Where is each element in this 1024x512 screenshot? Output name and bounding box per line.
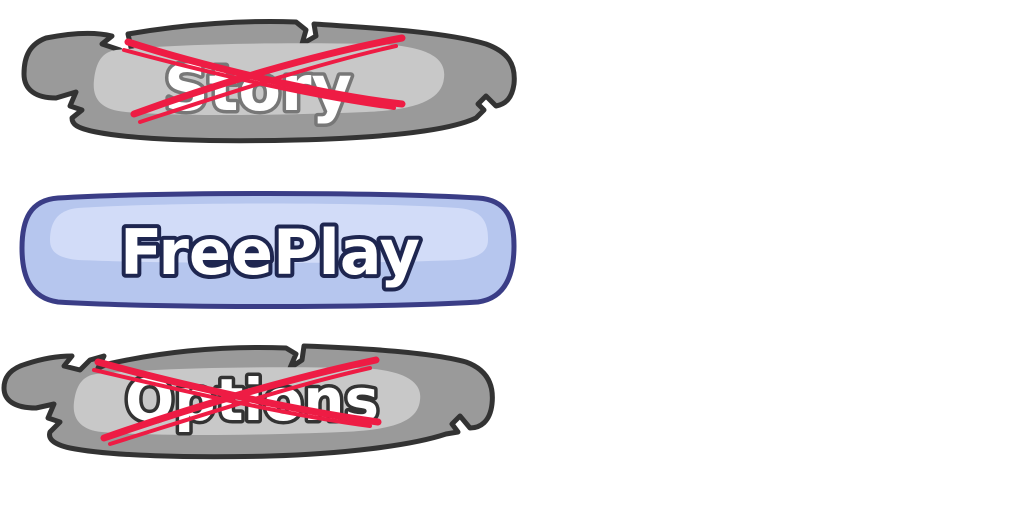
- freeplay-button[interactable]: FreePlay: [18, 190, 518, 310]
- story-button[interactable]: Story: [16, 14, 522, 144]
- freeplay-label: FreePlay: [120, 216, 420, 289]
- options-button[interactable]: Options: [0, 338, 498, 462]
- main-menu: Story FreePlay Options: [0, 0, 1024, 512]
